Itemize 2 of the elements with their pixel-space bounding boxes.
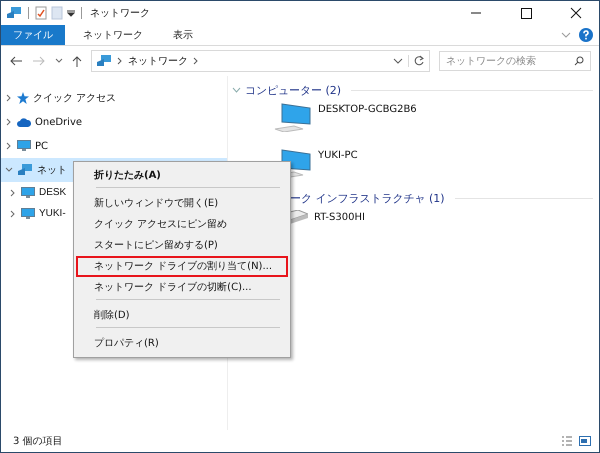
window-title: ネットワーク — [90, 7, 150, 20]
item-count: 3 個の項目 — [13, 435, 63, 448]
